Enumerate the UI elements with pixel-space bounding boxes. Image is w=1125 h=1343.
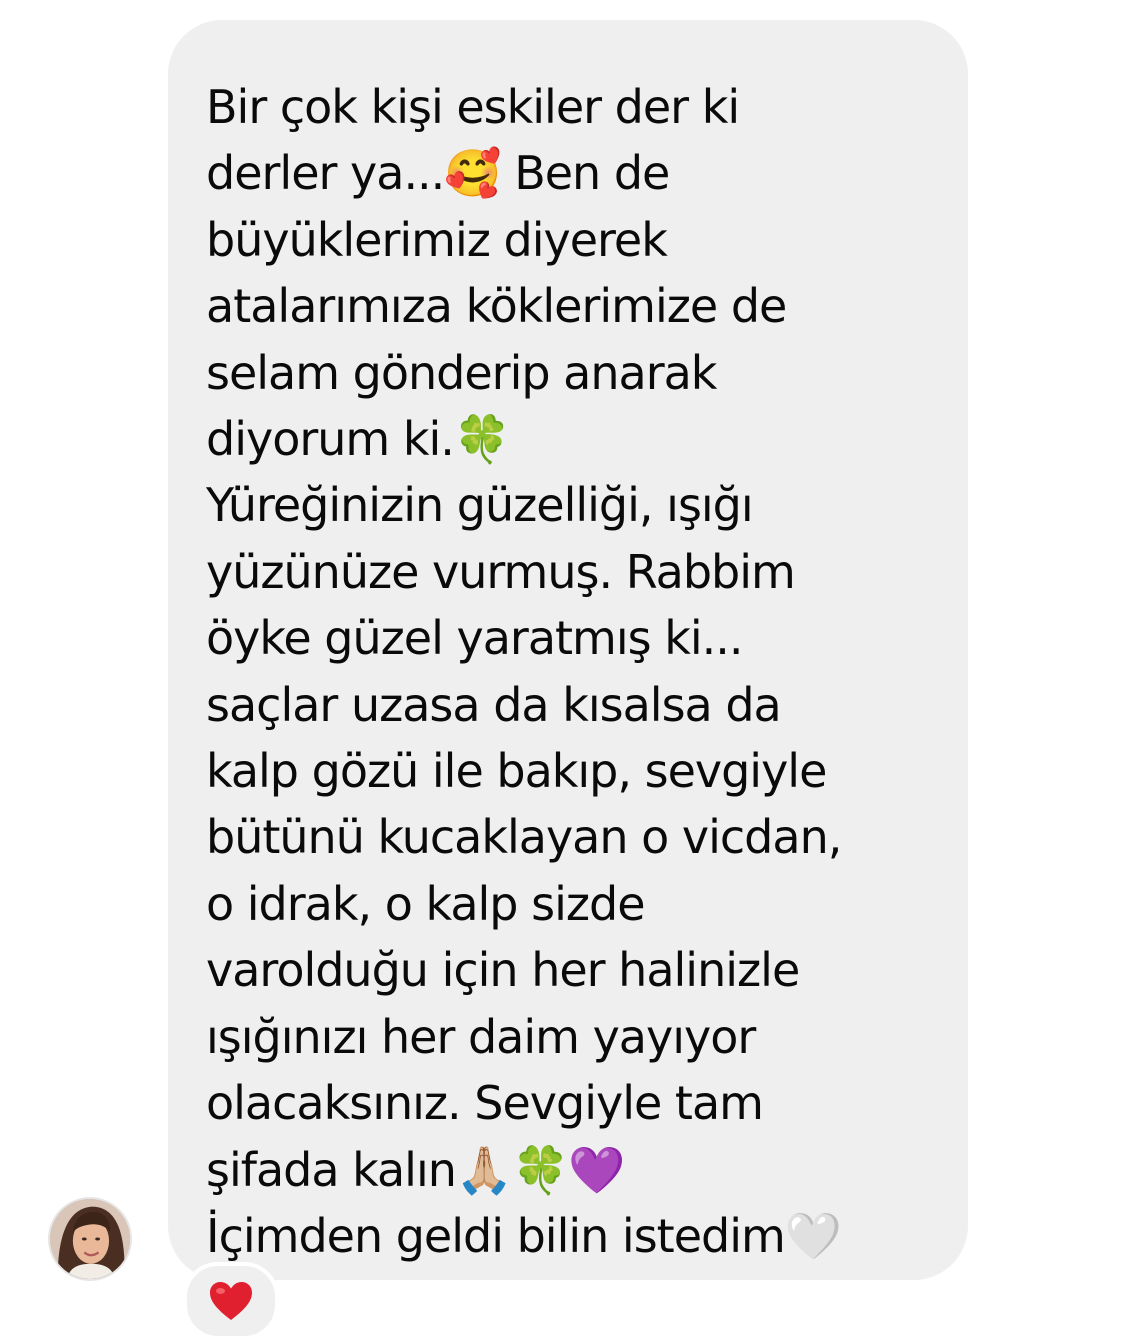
chat-thread: Bir çok kişi eskiler der ki derler ya...… [0,0,1125,1343]
received-message-bubble[interactable]: Bir çok kişi eskiler der ki derler ya...… [168,20,968,1280]
reaction-badge[interactable] [183,1262,279,1340]
profile-photo-icon [50,1199,130,1279]
message-text: Bir çok kişi eskiler der ki derler ya...… [206,80,842,1263]
sender-avatar[interactable] [48,1197,132,1281]
red-heart-icon [210,1282,252,1320]
